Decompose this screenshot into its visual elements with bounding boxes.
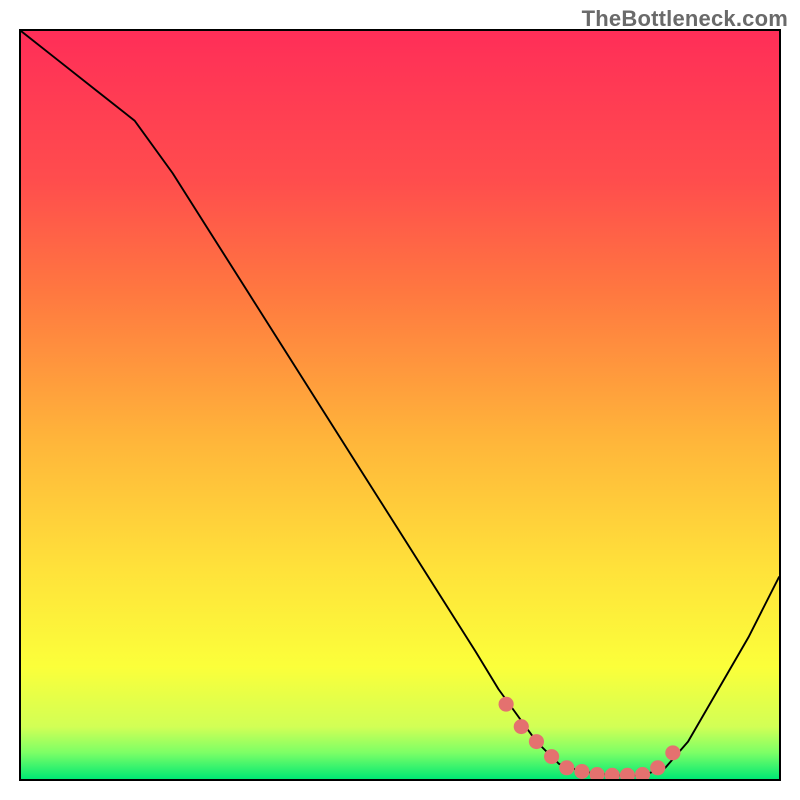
plot-area [19,29,781,781]
chart-svg [21,31,779,779]
highlight-marker [650,760,665,775]
gradient-background [21,31,779,779]
highlight-marker [514,719,529,734]
watermark-text: TheBottleneck.com [582,6,788,32]
highlight-marker [559,760,574,775]
highlight-marker [529,734,544,749]
highlight-marker [665,745,680,760]
highlight-marker [574,764,589,779]
highlight-marker [544,749,559,764]
chart-container: TheBottleneck.com [0,0,800,800]
highlight-marker [499,697,514,712]
